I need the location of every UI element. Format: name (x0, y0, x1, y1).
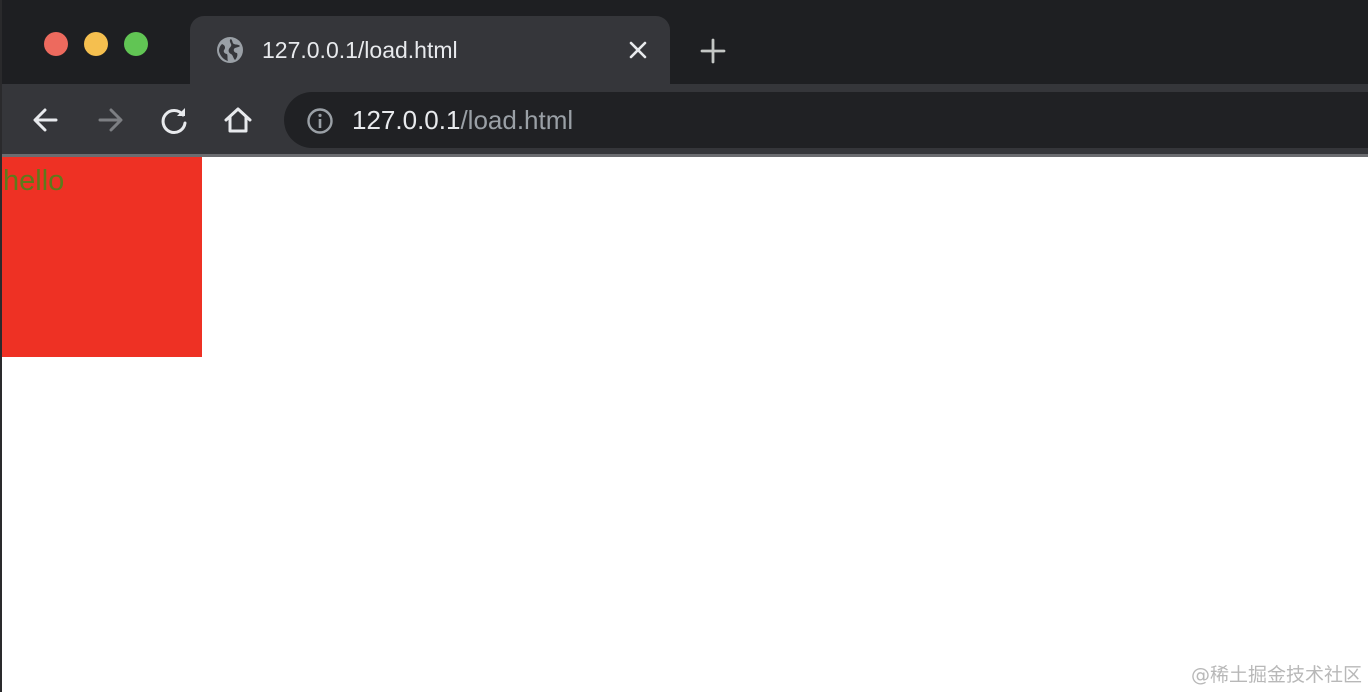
browser-window: 127.0.0.1/load.html 127.0.0.1/load.html … (0, 0, 1368, 692)
window-maximize-button[interactable] (124, 32, 148, 56)
back-button[interactable] (28, 102, 64, 138)
close-icon[interactable] (626, 38, 650, 62)
window-close-button[interactable] (44, 32, 68, 56)
watermark: @稀土掘金技术社区 (1190, 664, 1362, 686)
info-icon[interactable] (306, 107, 334, 135)
address-bar[interactable]: 127.0.0.1/load.html (284, 92, 1368, 148)
tab-active[interactable]: 127.0.0.1/load.html (190, 16, 670, 84)
url-text[interactable]: 127.0.0.1/load.html (352, 106, 573, 134)
hello-text: hello (3, 165, 65, 197)
forward-button[interactable] (92, 102, 128, 138)
home-button[interactable] (220, 102, 256, 138)
url-path: /load.html (460, 105, 574, 135)
page-viewport: hello @稀土掘金技术社区 (2, 157, 1368, 692)
red-box: hello (2, 157, 202, 357)
toolbar: 127.0.0.1/load.html (2, 84, 1368, 156)
tab-strip: 127.0.0.1/load.html (2, 0, 1368, 84)
reload-button[interactable] (156, 102, 192, 138)
tab-title: 127.0.0.1/load.html (262, 37, 458, 63)
new-tab-button[interactable] (698, 36, 728, 66)
globe-icon (217, 37, 243, 63)
window-minimize-button[interactable] (84, 32, 108, 56)
url-host: 127.0.0.1 (352, 105, 461, 135)
